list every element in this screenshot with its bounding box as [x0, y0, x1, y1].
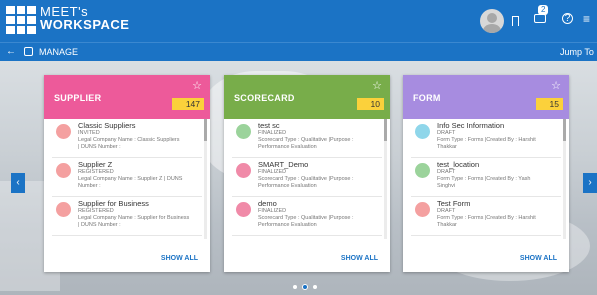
item-title: Info Sec Information — [437, 121, 505, 130]
list-item[interactable]: test sc FINALIZED Scorecard Type : Quali… — [232, 119, 382, 158]
item-title: Supplier for Business — [78, 199, 149, 208]
star-icon[interactable]: ☆ — [192, 79, 202, 92]
scrollbar[interactable] — [563, 119, 566, 239]
item-title: test sc — [258, 121, 280, 130]
item-status: DRAFT — [437, 208, 456, 214]
scorecard-card: SCORECARD ☆ 10 test sc FINALIZED Scoreca… — [224, 75, 390, 272]
card-list: Classic Suppliers INVITED Legal Company … — [44, 119, 210, 239]
list-item[interactable]: SMART_Demo FINALIZED Scorecard Type : Qu… — [232, 158, 382, 197]
item-desc: Thakkar — [437, 222, 457, 228]
item-status: REGISTERED — [78, 169, 114, 175]
item-desc: Legal Company Name : Classic Suppliers — [78, 137, 180, 143]
list-item[interactable]: demo FINALIZED Scorecard Type : Qualitat… — [232, 197, 382, 236]
form-icon — [415, 202, 430, 217]
sub-header: ← MANAGE Jump To — [0, 42, 597, 61]
form-icon — [415, 163, 430, 178]
scrollbar[interactable] — [384, 119, 387, 239]
item-desc: Form Type : Forms |Created By : Harshit — [437, 137, 536, 143]
item-status: DRAFT — [437, 169, 456, 175]
menu-icon[interactable]: ≡ — [583, 12, 590, 26]
item-status: FINALIZED — [258, 169, 287, 175]
list-item[interactable]: Supplier for Business REGISTERED Legal C… — [52, 197, 202, 236]
item-desc: Scorecard Type : Qualitative |Purpose : — [258, 137, 354, 143]
manage-icon — [24, 47, 33, 56]
notification-badge[interactable]: 2 — [538, 5, 549, 15]
carousel-prev-button[interactable]: ‹ — [11, 173, 25, 193]
avatar[interactable] — [480, 9, 504, 33]
item-title: SMART_Demo — [258, 160, 309, 169]
item-desc: Form Type : Forms |Created By : Yash — [437, 176, 531, 182]
item-desc: Performance Evaluation — [258, 183, 317, 189]
item-desc: Form Type : Forms |Created By : Harshit — [437, 215, 536, 221]
section-title: MANAGE — [39, 47, 79, 57]
item-status: INVITED — [78, 130, 100, 136]
scrollbar[interactable] — [204, 119, 207, 239]
item-status: FINALIZED — [258, 130, 287, 136]
item-desc: Scorecard Type : Qualitative |Purpose : — [258, 176, 354, 182]
jump-to-button[interactable]: Jump To — [560, 47, 594, 57]
list-item[interactable]: Supplier Z REGISTERED Legal Company Name… — [52, 158, 202, 197]
scorecard-icon — [236, 124, 251, 139]
list-item[interactable]: Classic Suppliers INVITED Legal Company … — [52, 119, 202, 158]
item-desc: | DUNS Number : — [78, 222, 121, 228]
count-badge: 15 — [535, 98, 563, 110]
carousel-dot-active[interactable] — [302, 284, 308, 290]
item-desc: Legal Company Name : Supplier Z | DUNS — [78, 176, 183, 182]
item-desc: | DUNS Number : — [78, 144, 121, 150]
list-item[interactable]: Info Sec Information DRAFT Form Type : F… — [411, 119, 561, 158]
item-desc: Performance Evaluation — [258, 222, 317, 228]
star-icon[interactable]: ☆ — [551, 79, 561, 92]
count-badge: 147 — [171, 98, 204, 110]
form-icon — [415, 124, 430, 139]
item-status: FINALIZED — [258, 208, 287, 214]
bookmark-icon[interactable] — [512, 16, 519, 26]
supplier-icon — [56, 124, 71, 139]
item-desc: Number : — [78, 183, 101, 189]
item-title: Classic Suppliers — [78, 121, 136, 130]
item-desc: Scorecard Type : Qualitative |Purpose : — [258, 215, 354, 221]
item-status: REGISTERED — [78, 208, 114, 214]
show-all-link[interactable]: SHOW ALL — [161, 255, 198, 262]
help-icon[interactable]: ? — [562, 13, 573, 24]
show-all-link[interactable]: SHOW ALL — [520, 255, 557, 262]
card-header: SCORECARD ☆ 10 — [224, 75, 390, 119]
carousel-dot[interactable] — [293, 285, 297, 289]
back-arrow-icon[interactable]: ← — [6, 46, 16, 57]
brand-line2: WORKSPACE — [40, 17, 130, 32]
item-title: Test Form — [437, 199, 471, 208]
item-desc: Singhvi — [437, 183, 456, 189]
item-desc: Performance Evaluation — [258, 144, 317, 150]
list-item[interactable]: Test Form DRAFT Form Type : Forms |Creat… — [411, 197, 561, 236]
carousel-dot[interactable] — [313, 285, 317, 289]
top-bar: MEET's WORKSPACE 2 ? ≡ — [0, 0, 597, 42]
item-desc: Legal Company Name : Supplier for Busine… — [78, 215, 190, 221]
scorecard-icon — [236, 202, 251, 217]
card-list: Info Sec Information DRAFT Form Type : F… — [403, 119, 569, 239]
supplier-icon — [56, 163, 71, 178]
card-title[interactable]: FORM — [413, 93, 441, 103]
card-title[interactable]: SUPPLIER — [54, 93, 101, 103]
form-card: FORM ☆ 15 Info Sec Information DRAFT For… — [403, 75, 569, 272]
list-item[interactable]: test_location DRAFT Form Type : Forms |C… — [411, 158, 561, 197]
card-list: test sc FINALIZED Scorecard Type : Quali… — [224, 119, 390, 239]
show-all-link[interactable]: SHOW ALL — [341, 255, 378, 262]
star-icon[interactable]: ☆ — [372, 79, 382, 92]
supplier-icon — [56, 202, 71, 217]
item-title: Supplier Z — [78, 160, 113, 169]
count-badge: 10 — [356, 98, 384, 110]
item-status: DRAFT — [437, 130, 456, 136]
supplier-card: SUPPLIER ☆ 147 Classic Suppliers INVITED… — [44, 75, 210, 272]
workspace-logo-icon[interactable] — [6, 6, 36, 34]
brand-name[interactable]: MEET's WORKSPACE — [40, 5, 129, 31]
card-header: FORM ☆ 15 — [403, 75, 569, 119]
chat-icon[interactable] — [534, 14, 546, 23]
scorecard-icon — [236, 163, 251, 178]
item-desc: Thakkar — [437, 144, 457, 150]
carousel-next-button[interactable]: › — [583, 173, 597, 193]
card-title[interactable]: SCORECARD — [234, 93, 295, 103]
card-header: SUPPLIER ☆ 147 — [44, 75, 210, 119]
item-title: demo — [258, 199, 277, 208]
item-title: test_location — [437, 160, 480, 169]
